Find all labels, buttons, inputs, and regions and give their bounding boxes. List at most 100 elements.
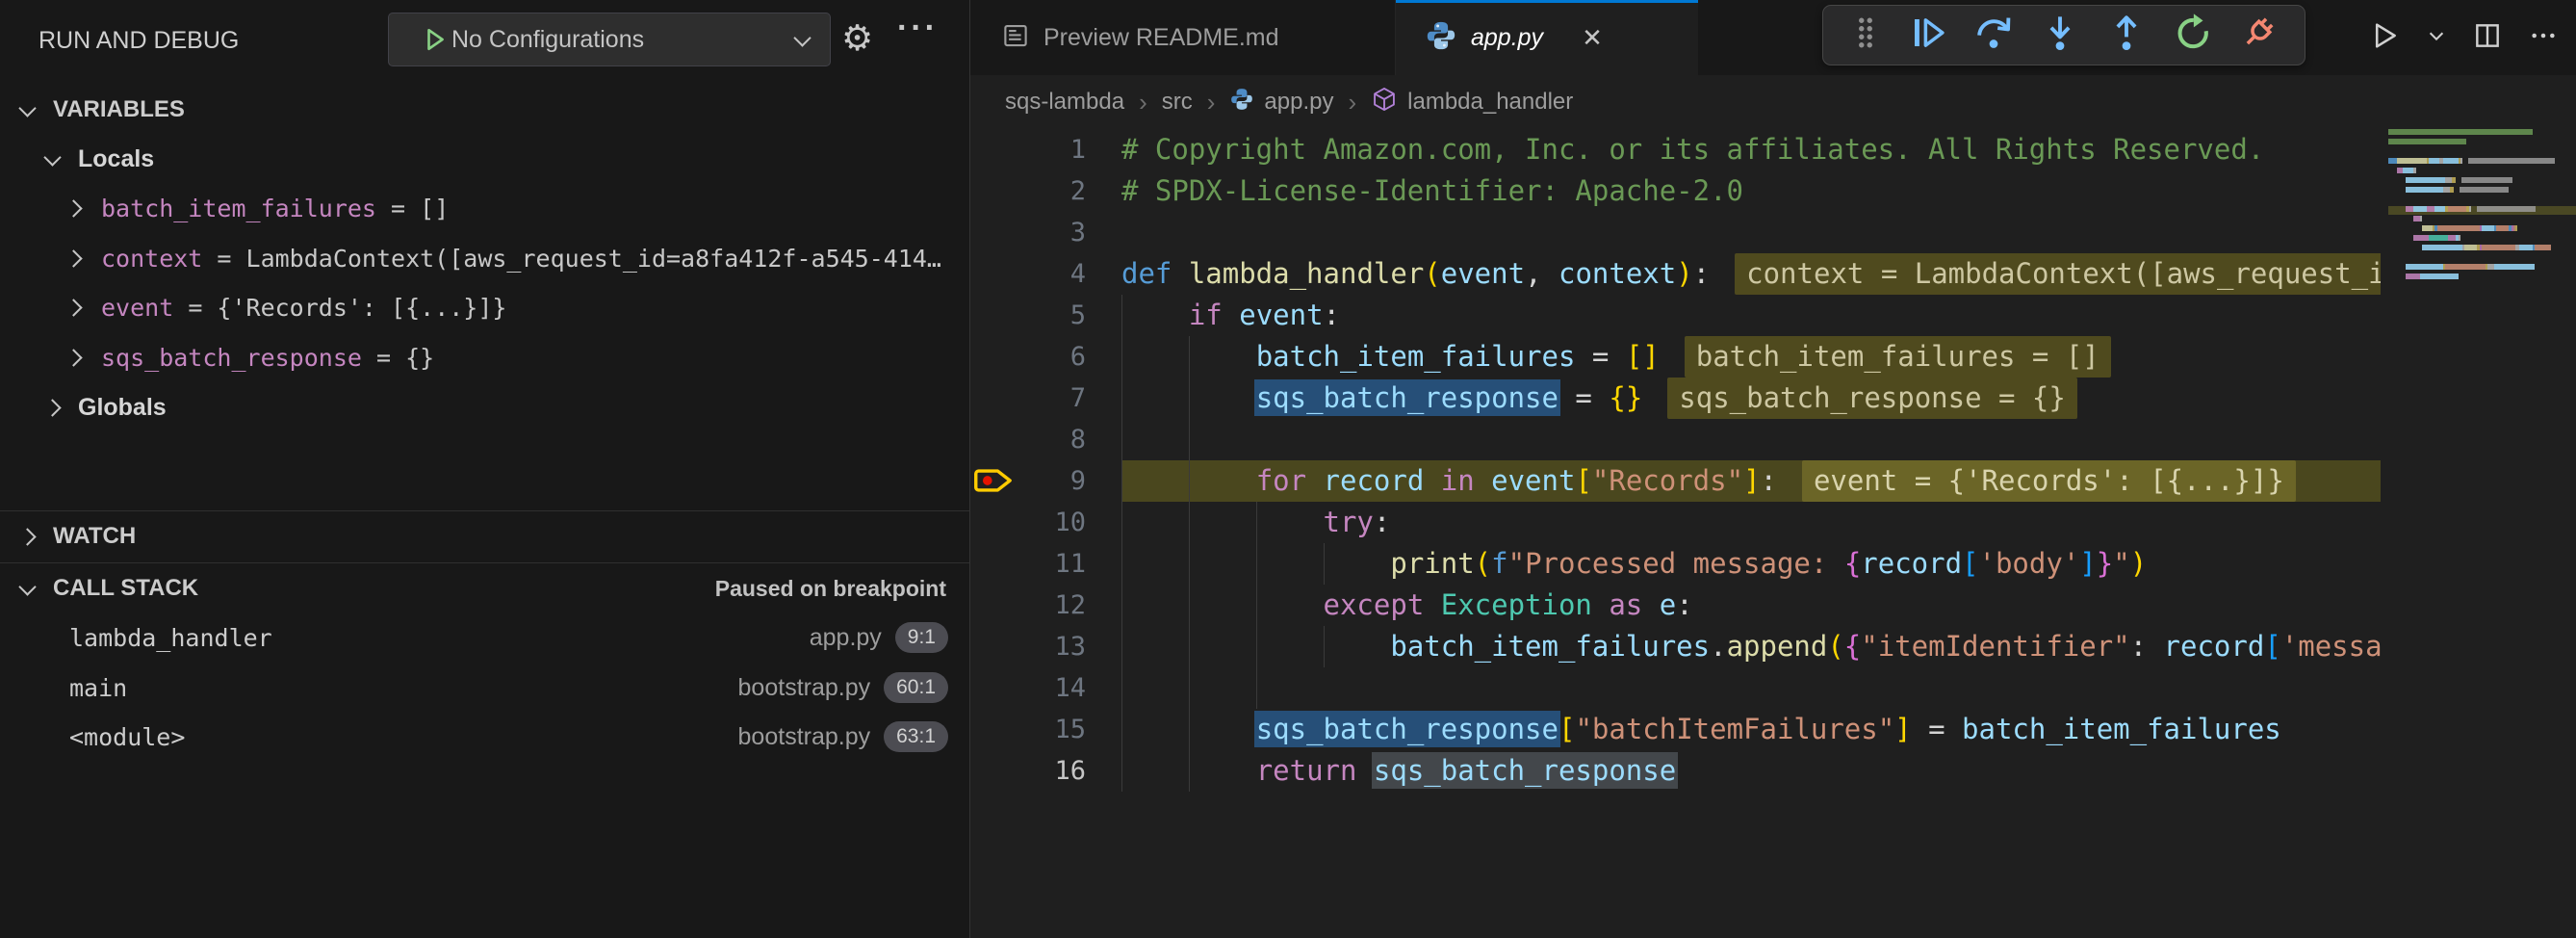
scope-globals[interactable]: Globals	[0, 389, 969, 426]
code-line-16: 16 return sqs_batch_response	[970, 750, 2381, 792]
breadcrumb-item[interactable]: sqs-lambda	[1005, 89, 1124, 116]
stack-frame-3[interactable]: <module>bootstrap.py63:1	[0, 718, 969, 755]
breadcrumb-item[interactable]: src	[1162, 89, 1193, 116]
gear-icon[interactable]: ⚙	[841, 17, 873, 59]
active-tab-indicator	[1396, 0, 1698, 3]
paused-status-text: Paused on breakpoint	[715, 576, 946, 602]
stack-frame-2[interactable]: mainbootstrap.py60:1	[0, 669, 969, 706]
method-icon	[1371, 86, 1398, 119]
frame-name: <module>	[69, 723, 185, 751]
variable-value: = {'Records': [{...}]}	[173, 294, 506, 322]
code-line-11: 11 print(f"Processed message: {record['b…	[970, 543, 2381, 585]
preview-icon	[1001, 21, 1030, 55]
minimap-line	[2388, 254, 2576, 260]
breadcrumb-item[interactable]: app.py	[1229, 87, 1333, 118]
code-text: # SPDX-License-Identifier: Apache-2.0	[1121, 170, 1743, 212]
breadcrumb-separator: ›	[1348, 88, 1356, 117]
line-number[interactable]: 12	[970, 585, 1086, 626]
code-line-10: 10 try:	[970, 502, 2381, 543]
step-out-icon[interactable]	[2106, 13, 2147, 58]
line-number[interactable]: 14	[970, 667, 1086, 709]
code-text: try:	[1121, 502, 1390, 543]
line-number[interactable]: 6	[970, 336, 1086, 378]
variable-row-event[interactable]: event = {'Records': [{...}]}	[0, 289, 969, 326]
line-number[interactable]: 5	[970, 295, 1086, 336]
code-line-7: 7 sqs_batch_response = {}sqs_batch_respo…	[970, 378, 2381, 419]
minimap-line	[2388, 187, 2576, 193]
frame-position-badge: 63:1	[884, 721, 948, 752]
run-and-debug-sidebar: RUN AND DEBUG No Configurations ⚙ ··· VA…	[0, 0, 970, 938]
line-number[interactable]: 7	[970, 378, 1086, 419]
line-number[interactable]: 4	[970, 253, 1086, 295]
run-icon[interactable]	[2368, 19, 2401, 57]
disconnect-icon[interactable]	[2238, 13, 2279, 58]
line-number[interactable]: 8	[970, 419, 1086, 460]
line-number[interactable]: 11	[970, 543, 1086, 585]
frame-name: lambda_handler	[69, 624, 272, 652]
code-text: def lambda_handler(event, context):conte…	[1121, 253, 2381, 295]
variable-value: = []	[376, 195, 449, 222]
more-actions-icon[interactable]: ···	[897, 10, 939, 47]
line-number[interactable]: 9	[970, 460, 1086, 502]
call-stack-section-header[interactable]: CALL STACK Paused on breakpoint	[0, 570, 969, 607]
code-editor[interactable]: event = {'Records': [{...}]}1# Copyright…	[970, 129, 2381, 938]
line-number[interactable]: 1	[970, 129, 1086, 170]
breadcrumb-separator: ›	[1207, 88, 1216, 117]
vscode-debug-window: RUN AND DEBUG No Configurations ⚙ ··· VA…	[0, 0, 2576, 938]
restart-icon[interactable]	[2173, 13, 2213, 58]
variables-header-label: VARIABLES	[53, 96, 185, 123]
editor-tab-bar: Preview README.md app.py ✕	[970, 0, 2576, 75]
chevron-right-icon	[64, 249, 82, 267]
variable-row-context[interactable]: context = LambdaContext([aws_request_id=…	[0, 240, 969, 276]
variable-row-sqs_batch_response[interactable]: sqs_batch_response = {}	[0, 339, 969, 376]
minimap-line	[2388, 129, 2576, 135]
code-text: batch_item_failures.append({"itemIdentif…	[1121, 626, 2381, 667]
variable-name: context	[101, 245, 202, 273]
variable-row-batch_item_failures[interactable]: batch_item_failures = []	[0, 190, 969, 226]
tab-preview-readme[interactable]: Preview README.md	[970, 0, 1396, 75]
minimap-line	[2388, 148, 2576, 154]
line-number[interactable]: 13	[970, 626, 1086, 667]
stack-frame-1[interactable]: lambda_handlerapp.py9:1	[0, 619, 969, 656]
chevron-right-icon	[64, 299, 82, 316]
variable-name: event	[101, 294, 173, 322]
split-editor-icon[interactable]	[2472, 20, 2503, 56]
section-divider	[0, 510, 969, 511]
breadcrumb-item[interactable]: lambda_handler	[1371, 86, 1573, 119]
continue-icon[interactable]	[1908, 13, 1948, 58]
gripper-icon	[1849, 13, 1882, 57]
code-text: sqs_batch_response["batchItemFailures"] …	[1121, 709, 2281, 750]
line-number[interactable]: 15	[970, 709, 1086, 750]
start-debug-icon[interactable]	[410, 29, 426, 50]
chevron-down-icon	[18, 578, 36, 595]
code-text: batch_item_failures = []batch_item_failu…	[1121, 336, 2111, 378]
code-text: if event:	[1121, 295, 1340, 336]
code-line-1: 1# Copyright Amazon.com, Inc. or its aff…	[970, 129, 2381, 170]
chevron-right-icon	[64, 349, 82, 366]
call-stack-header-label: CALL STACK	[53, 575, 198, 602]
configurations-dropdown-label[interactable]: No Configurations	[451, 26, 796, 54]
variable-name: sqs_batch_response	[101, 344, 362, 372]
chevron-down-icon[interactable]	[2426, 25, 2447, 51]
step-over-icon[interactable]	[1973, 13, 2014, 58]
step-into-icon[interactable]	[2040, 13, 2080, 58]
tab-label: Preview README.md	[1043, 24, 1279, 52]
line-number[interactable]: 3	[970, 212, 1086, 253]
code-text: except Exception as e:	[1121, 585, 1693, 626]
python-icon	[1425, 19, 1457, 57]
minimap-line	[2388, 235, 2576, 241]
line-number[interactable]: 16	[970, 750, 1086, 792]
watch-section-header[interactable]: WATCH	[0, 518, 969, 555]
tab-app-py[interactable]: app.py ✕	[1396, 0, 1698, 75]
code-line-8: 8	[970, 419, 2381, 460]
scope-locals[interactable]: Locals	[0, 141, 969, 177]
minimap[interactable]	[2384, 129, 2576, 514]
frame-file: bootstrap.py	[738, 674, 871, 702]
tab-label: app.py	[1471, 24, 1543, 52]
line-number[interactable]: 10	[970, 502, 1086, 543]
line-number[interactable]: 2	[970, 170, 1086, 212]
variables-section-header[interactable]: VARIABLES	[0, 91, 969, 128]
close-tab-icon[interactable]: ✕	[1582, 23, 1603, 53]
more-icon[interactable]	[2528, 20, 2559, 56]
configurations-dropdown[interactable]: No Configurations	[388, 13, 831, 66]
